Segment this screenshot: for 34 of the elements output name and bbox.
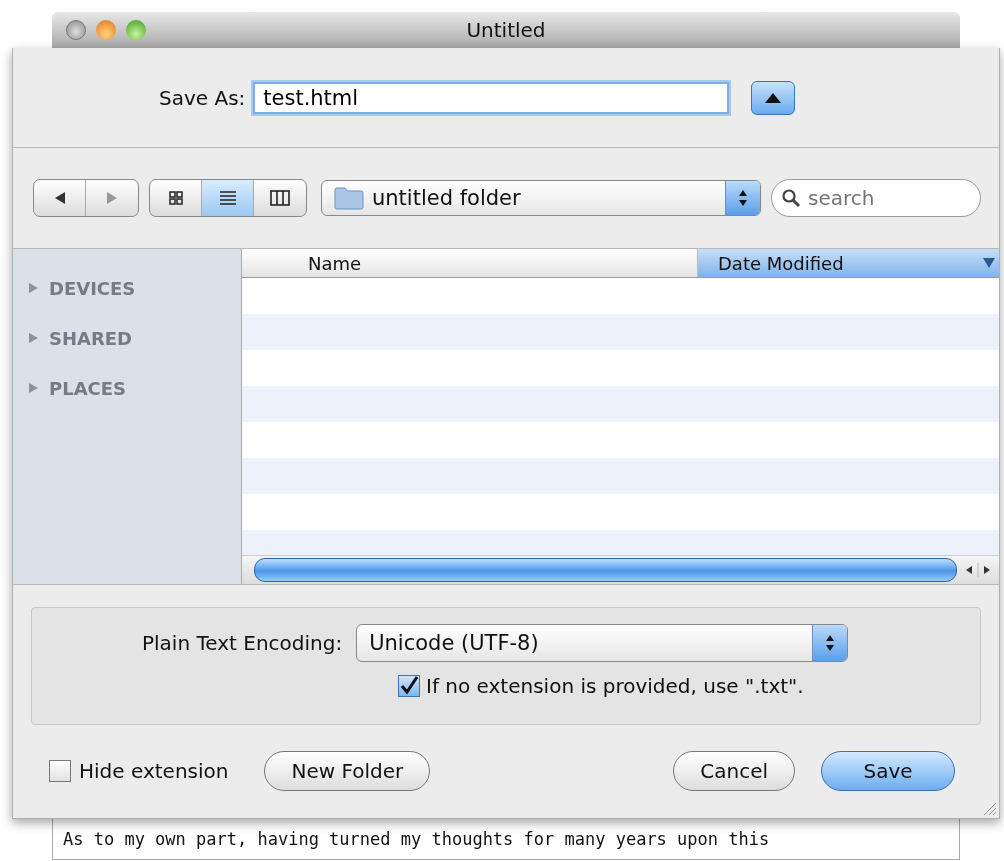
cancel-button[interactable]: Cancel xyxy=(673,751,795,791)
list-view-button[interactable] xyxy=(202,180,254,216)
encoding-label: Plain Text Encoding: xyxy=(142,631,343,655)
location-popup[interactable]: untitled folder xyxy=(321,180,761,216)
folder-icon xyxy=(334,186,364,210)
close-button[interactable] xyxy=(66,20,86,40)
document-text: As to my own part, having turned my thoughts for many years upon this xyxy=(63,829,770,849)
scrollbar-thumb[interactable] xyxy=(254,558,957,582)
grid-icon xyxy=(167,190,184,206)
extension-checkbox-label: If no extension is provided, use ".txt". xyxy=(426,674,804,698)
extension-checkbox[interactable] xyxy=(398,675,420,697)
new-folder-button[interactable]: New Folder xyxy=(264,751,431,791)
window-title: Untitled xyxy=(466,18,546,42)
column-header[interactable]: Date Modified xyxy=(698,249,999,277)
save-as-label: Save As: xyxy=(159,85,246,110)
up-triangle-icon xyxy=(765,92,782,103)
stepper-arrows-icon xyxy=(825,634,836,652)
forward-arrow-icon xyxy=(105,191,119,205)
file-name-field[interactable]: test.html xyxy=(253,81,730,114)
sort-arrow-icon xyxy=(983,258,995,268)
encoding-popup[interactable]: Unicode (UTF-8) xyxy=(356,624,849,662)
column-header[interactable]: Name xyxy=(242,249,698,277)
columns-icon xyxy=(270,190,290,206)
collapse-button[interactable] xyxy=(751,80,796,115)
save-button[interactable]: Save xyxy=(821,751,955,791)
hide-extension-label: Hide extension xyxy=(79,759,229,783)
search-icon xyxy=(781,188,801,208)
list-icon xyxy=(218,190,237,206)
hide-extension-checkbox[interactable] xyxy=(49,760,71,782)
disclosure-triangle-icon xyxy=(27,332,39,344)
disclosure-triangle-icon xyxy=(27,382,39,394)
disclosure-triangle-icon xyxy=(27,282,39,294)
search-field[interactable]: search xyxy=(771,179,981,217)
stepper-arrows-icon xyxy=(738,189,748,207)
